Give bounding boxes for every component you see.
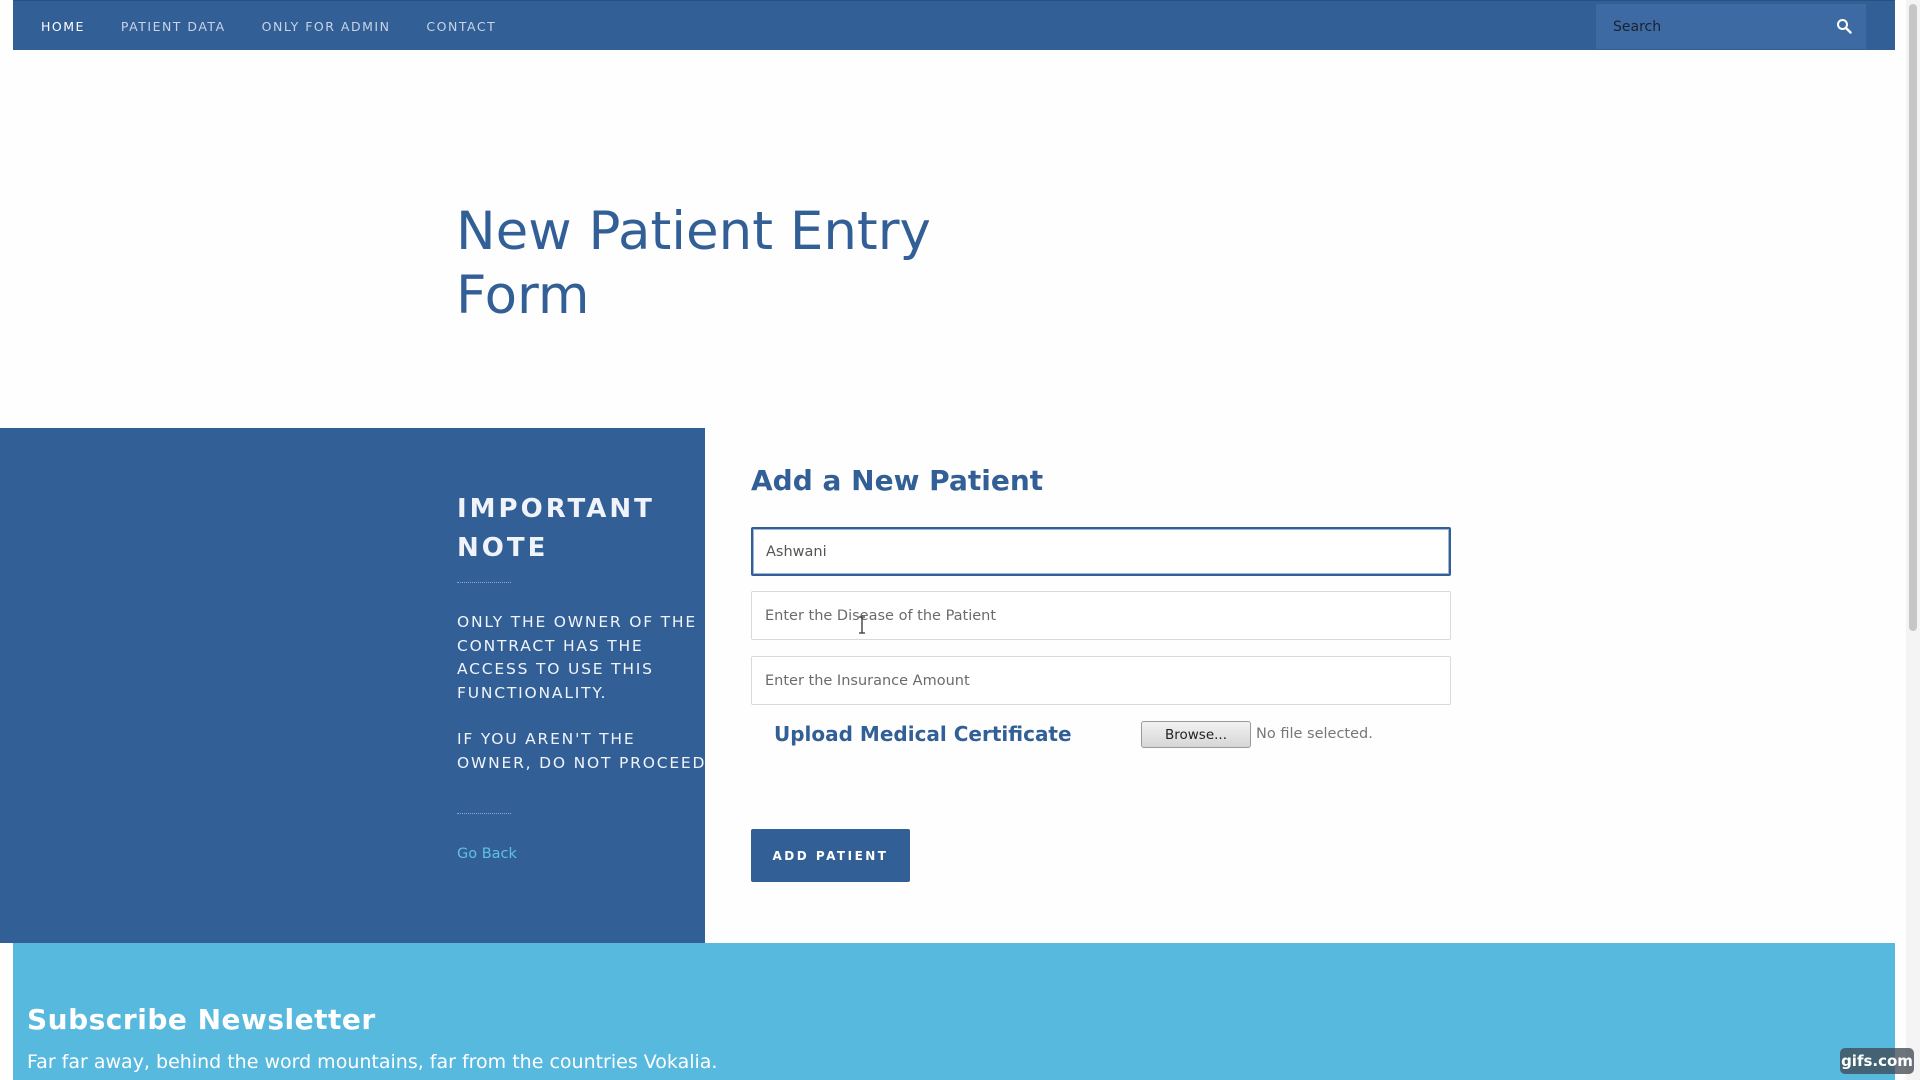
newsletter-section: Subscribe Newsletter Far far away, behin… (13, 943, 1895, 1080)
gifs-watermark: gifs.com (1840, 1048, 1914, 1074)
page-title: New Patient Entry Form (456, 201, 931, 326)
nav-link-only-for-admin[interactable]: ONLY FOR ADMIN (262, 19, 391, 34)
note-divider-top (457, 582, 511, 583)
insurance-amount-input[interactable] (751, 656, 1451, 705)
top-navbar: HOME PATIENT DATA ONLY FOR ADMIN CONTACT (13, 0, 1895, 50)
add-patient-button[interactable]: ADD PATIENT (751, 829, 910, 882)
search-input[interactable] (1596, 6, 1816, 47)
page-scrollbar[interactable] (1906, 0, 1920, 1080)
file-status-text: No file selected. (1256, 726, 1373, 742)
important-note-panel: IMPORTANT NOTE ONLY THE OWNER OF THE CON… (0, 428, 705, 943)
scrollbar-thumb[interactable] (1909, 4, 1917, 631)
nav-link-contact[interactable]: CONTACT (426, 19, 496, 34)
search-icon[interactable] (1836, 18, 1852, 34)
newsletter-title: Subscribe Newsletter (27, 1003, 376, 1036)
note-paragraph-warning: IF YOU AREN'T THE OWNER, DO NOT PROCEED (457, 730, 707, 772)
upload-certificate-label: Upload Medical Certificate (774, 722, 1072, 746)
form-heading: Add a New Patient (751, 464, 1044, 497)
note-title: IMPORTANT NOTE (457, 494, 655, 563)
nav-links: HOME PATIENT DATA ONLY FOR ADMIN CONTACT (41, 1, 532, 51)
browse-file-button[interactable]: Browse... (1141, 721, 1251, 748)
newsletter-text: Far far away, behind the word mountains,… (27, 1051, 718, 1073)
patient-name-input[interactable] (751, 527, 1451, 576)
disease-input[interactable] (751, 591, 1451, 640)
text-cursor-icon (859, 616, 865, 634)
note-divider-bottom (457, 813, 511, 814)
page: HOME PATIENT DATA ONLY FOR ADMIN CONTACT… (0, 0, 1920, 1080)
nav-link-patient-data[interactable]: PATIENT DATA (121, 19, 226, 34)
nav-link-home[interactable]: HOME (41, 19, 85, 34)
search-box (1596, 4, 1866, 49)
note-paragraph-owner: ONLY THE OWNER OF THE CONTRACT HAS THE A… (457, 613, 697, 702)
go-back-link[interactable]: Go Back (457, 846, 517, 862)
